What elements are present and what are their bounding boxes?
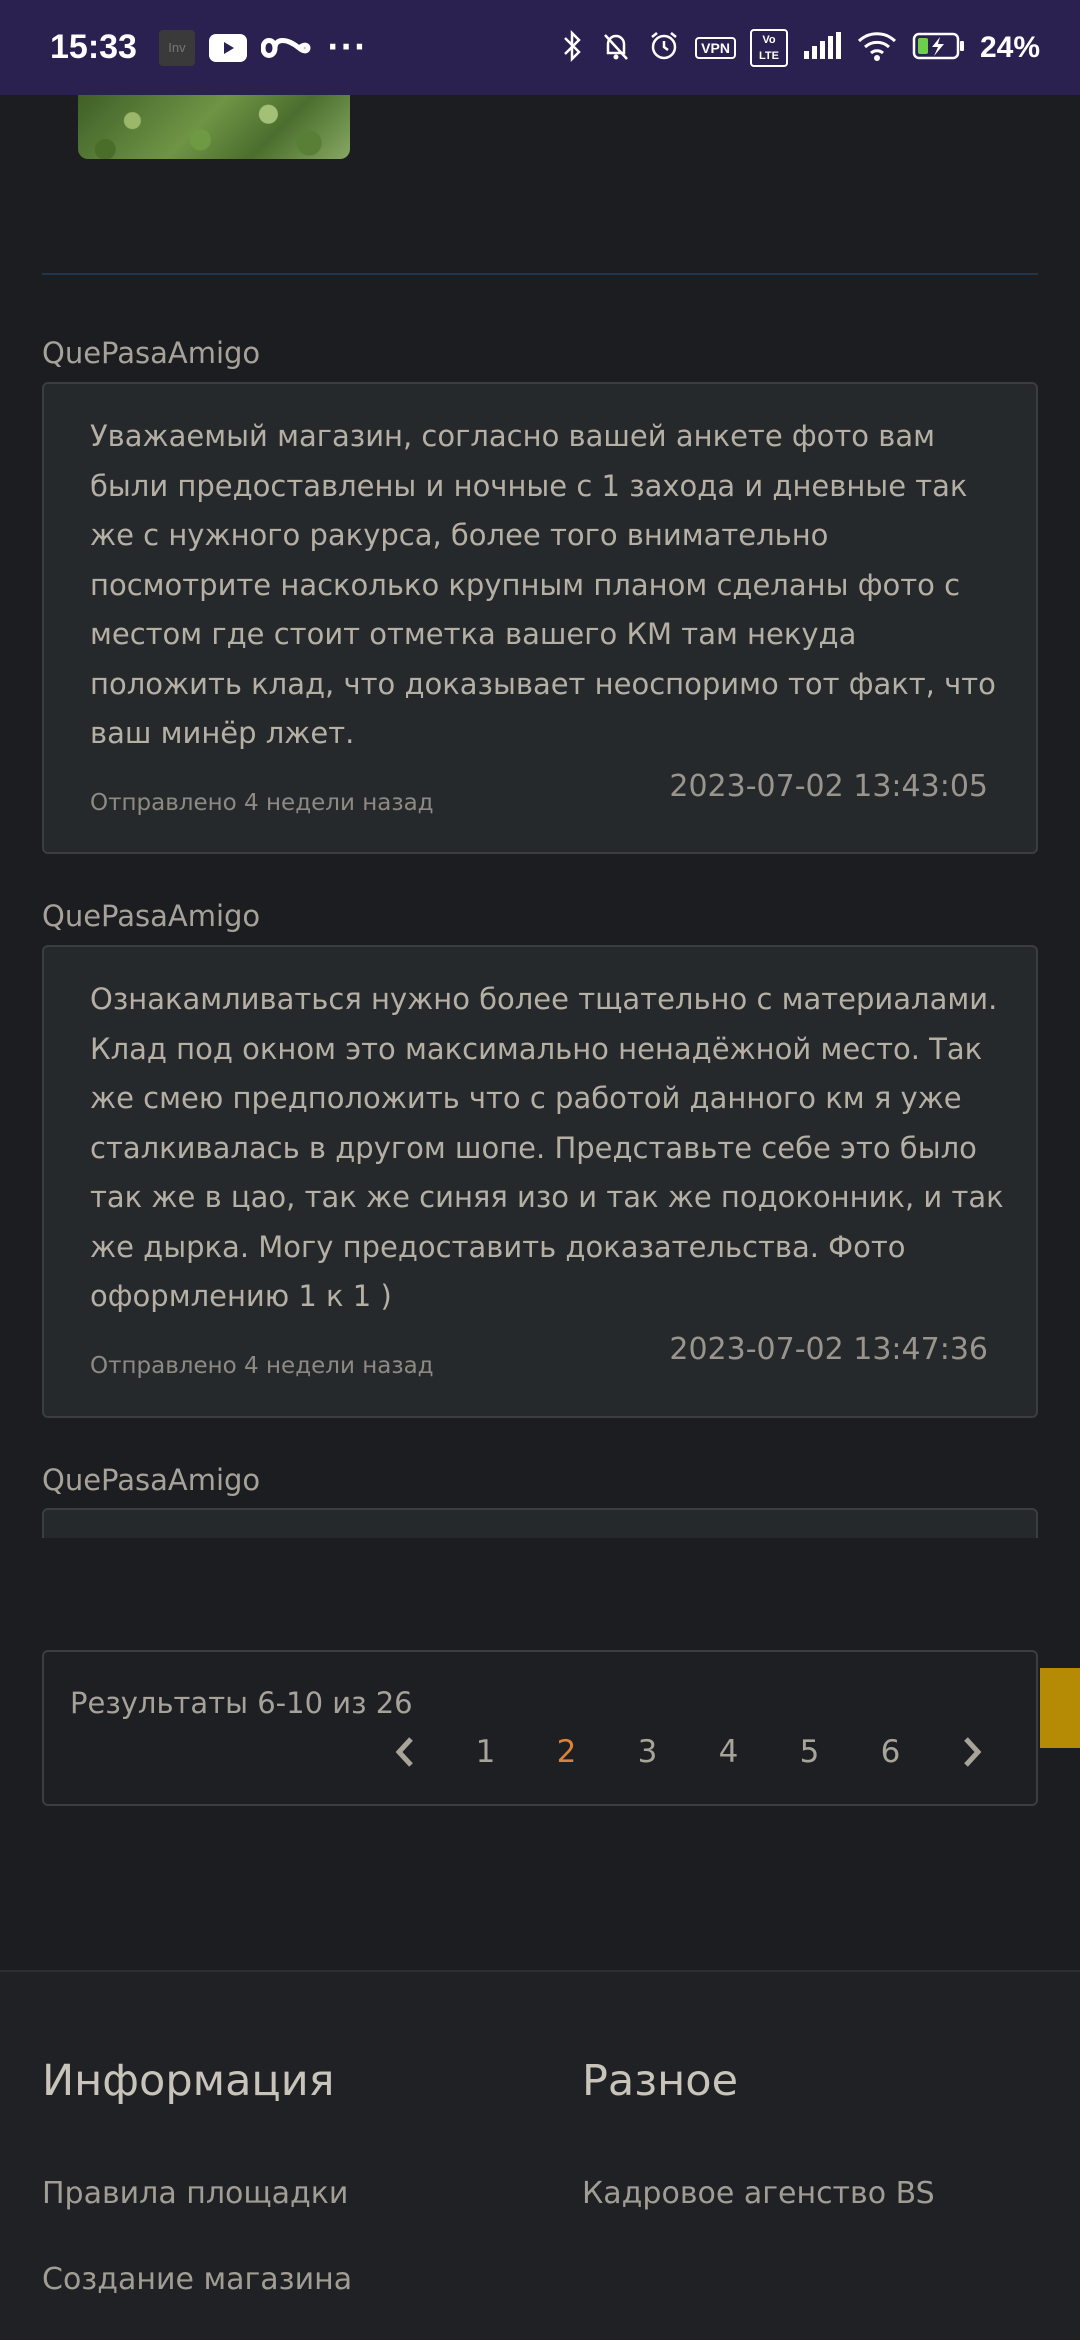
page-4-button[interactable]: 4 [688,1734,769,1770]
status-bar: 15:33 Inv ··· VPN Vo LTE 24% [0,0,1080,95]
youtube-icon [208,33,247,62]
more-notifications-icon: ··· [326,30,368,65]
alarm-icon [647,29,681,67]
chevron-left-icon [395,1737,413,1767]
footer-info-title: Информация [42,2056,335,2106]
comment-date: 2023-07-02 13:43:05 [669,769,988,804]
comment-date: 2023-07-02 13:47:36 [669,1332,988,1367]
recruitment-agency-link[interactable]: Кадровое агенство BS [582,2176,935,2211]
volte-icon: Vo LTE [749,28,788,67]
comment-card [42,1508,1038,1538]
attached-photo[interactable] [78,95,350,159]
pagination: Результаты 6-10 из 26 1 2 3 4 5 6 [42,1650,1038,1806]
comment-author: QuePasaAmigo [42,336,261,370]
rules-link[interactable]: Правила площадки [42,2176,348,2211]
page-1-button[interactable]: 1 [445,1734,526,1770]
page-list: 1 2 3 4 5 6 [364,1734,1012,1770]
bluetooth-icon [561,29,585,67]
next-page-button[interactable] [931,1736,1012,1768]
comment-text: Ознакамливаться нужно более тщательно с … [90,982,1004,1313]
page-6-button[interactable]: 6 [850,1734,931,1770]
comment-text: Уважаемый магазин, согласно вашей анкете… [90,419,996,750]
comment-sent-time: Отправлено 4 недели назад [90,1353,434,1379]
comment-author: QuePasaAmigo [42,899,261,933]
battery-charging-icon [912,31,966,65]
comment-sent-time: Отправлено 4 недели назад [90,790,434,816]
comment-author: QuePasaAmigo [42,1463,261,1497]
results-count: Результаты 6-10 из 26 [70,1686,413,1720]
wifi-icon [856,30,898,66]
page-3-button[interactable]: 3 [607,1734,688,1770]
comment-scroll-clip [42,1508,1038,1538]
battery-percent: 24% [979,30,1040,64]
create-shop-link[interactable]: Создание магазина [42,2262,352,2297]
footer-misc-title: Разное [582,2056,739,2106]
signal-icon [802,31,842,65]
infinity-icon [260,33,313,63]
status-time: 15:33 [50,28,137,66]
prev-page-button[interactable] [364,1736,445,1768]
page-2-button[interactable]: 2 [526,1734,607,1770]
comment-card: Ознакамливаться нужно более тщательно с … [42,945,1038,1418]
chevron-right-icon [963,1737,981,1767]
page-5-button[interactable]: 5 [769,1734,850,1770]
divider [42,273,1038,275]
side-tab-button[interactable] [1040,1668,1080,1748]
inv-app-icon: Inv [158,29,195,66]
vpn-icon: VPN [695,36,736,59]
mute-bell-icon [599,29,633,67]
comment-card: Уважаемый магазин, согласно вашей анкете… [42,382,1038,854]
